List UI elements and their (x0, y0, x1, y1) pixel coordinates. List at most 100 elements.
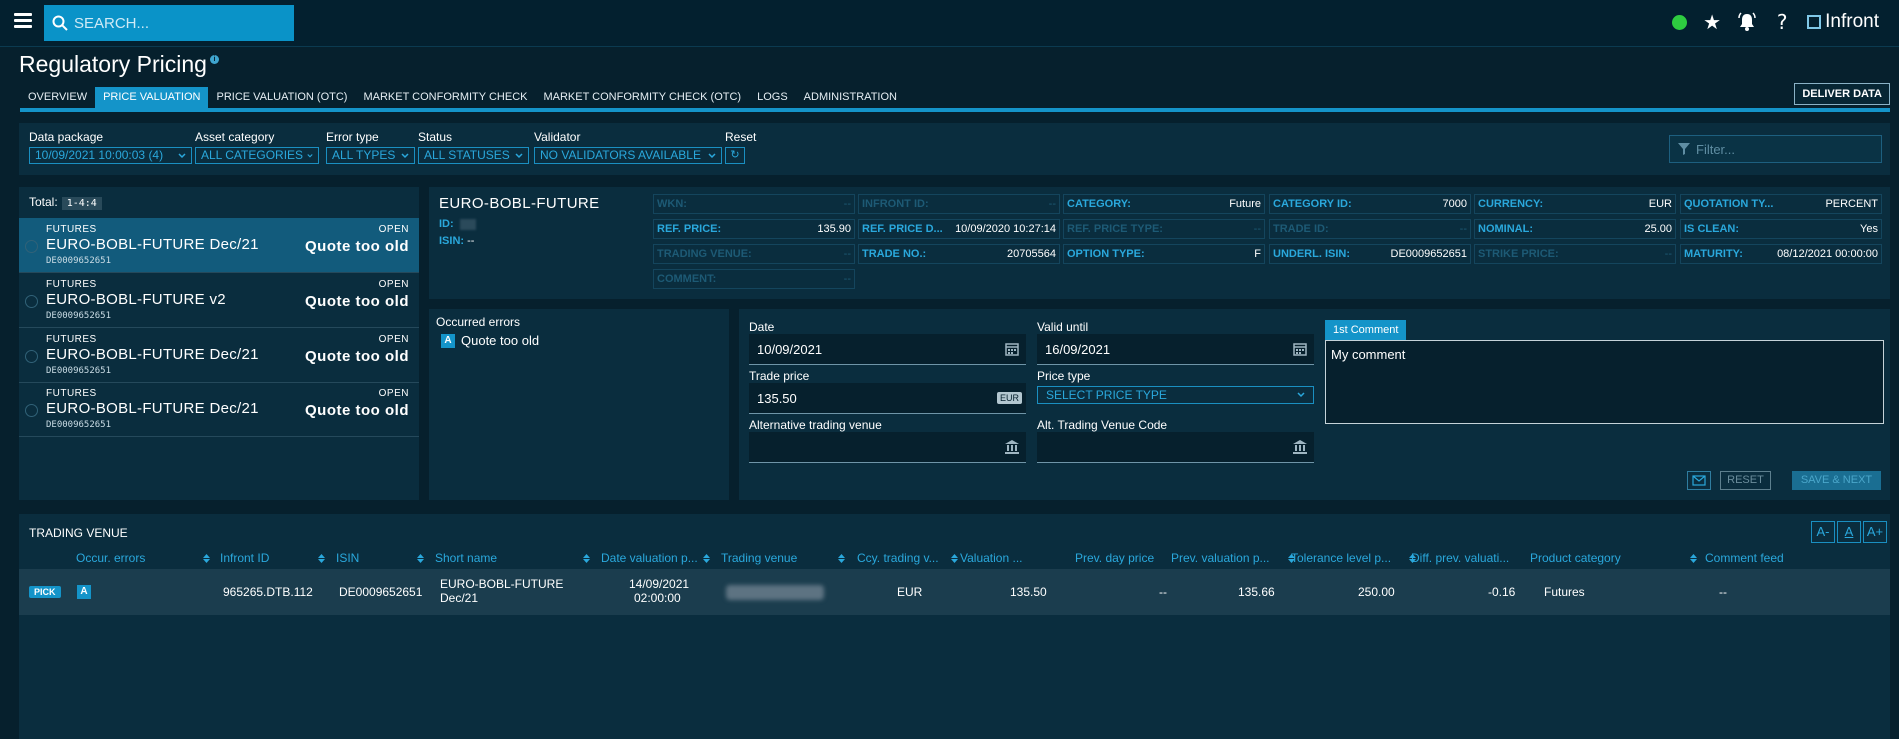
comment-textarea[interactable]: My comment (1325, 340, 1884, 424)
price-edit-panel: Date 10/09/2021 Valid until 16/09/2021 T… (739, 309, 1890, 500)
help-icon[interactable]: ? (1771, 11, 1793, 33)
item-name: EURO-BOBL-FUTURE v2 (46, 291, 226, 308)
column-header[interactable]: Date valuation p... (601, 551, 698, 565)
data-package-value: 10/09/2021 10:00:03 (4) (35, 148, 164, 162)
validator-select[interactable]: NO VALIDATORS AVAILABLE (534, 147, 722, 164)
font-decrease-button[interactable]: A- (1811, 521, 1835, 543)
instrument-list: Total: 1-4:4 FUTURES EURO-BOBL-FUTURE Dec… (19, 187, 419, 500)
radio-button[interactable] (25, 295, 38, 308)
status-select[interactable]: ALL STATUSES (418, 147, 529, 164)
column-header[interactable]: Ccy. trading v... (857, 551, 939, 565)
validator-label: Validator (534, 130, 581, 144)
trading-venue-panel: TRADING VENUE A- A A+ Occur. errors Infr… (19, 514, 1890, 739)
search-input[interactable] (74, 14, 284, 32)
reset-label: Reset (725, 130, 757, 144)
detail-is-clean: IS CLEAN: Yes (1680, 219, 1882, 239)
data-package-filter: Data package 10/09/2021 10:00:03 (4) (29, 130, 192, 164)
column-header[interactable]: Infront ID (220, 551, 269, 565)
global-search[interactable] (44, 5, 294, 41)
column-header[interactable]: Prev. day price (1075, 551, 1154, 565)
filter-box[interactable] (1669, 135, 1882, 163)
filter-input[interactable] (1696, 141, 1876, 157)
valid-until-field[interactable]: 16/09/2021 (1037, 334, 1314, 365)
sort-icon[interactable] (417, 554, 424, 563)
sort-icon[interactable] (951, 554, 958, 563)
tab-market-conformity-check-otc[interactable]: MARKET CONFORMITY CHECK (OTC) (535, 87, 749, 108)
info-icon[interactable]: i (209, 55, 219, 64)
column-header[interactable]: ISIN (336, 551, 359, 565)
item-category: FUTURES (46, 334, 97, 345)
tab-market-conformity-check[interactable]: MARKET CONFORMITY CHECK (355, 87, 535, 108)
column-header[interactable]: Prev. valuation p... (1171, 551, 1270, 565)
trade-price-field[interactable]: 135.50 EUR (749, 383, 1026, 414)
price-type-select[interactable]: SELECT PRICE TYPE (1037, 386, 1314, 404)
sort-icon[interactable] (203, 554, 210, 563)
comment-feed-cell: -- (1719, 585, 1727, 599)
error-type-select[interactable]: ALL TYPES (326, 147, 415, 164)
mail-button[interactable] (1687, 471, 1711, 490)
validator-value: NO VALIDATORS AVAILABLE (540, 148, 701, 162)
font-increase-button[interactable]: A+ (1863, 521, 1887, 543)
sort-icon[interactable] (1690, 554, 1697, 563)
tab-logs[interactable]: LOGS (749, 87, 796, 108)
bank-icon[interactable] (1292, 439, 1308, 455)
tab-price-valuation[interactable]: PRICE VALUATION (95, 87, 209, 108)
product-category-cell: Futures (1544, 585, 1585, 599)
data-package-select[interactable]: 10/09/2021 10:00:03 (4) (29, 147, 192, 164)
redacted-trading-venue (726, 585, 824, 600)
brand-logo: Infront (1807, 11, 1879, 33)
table-row[interactable]: PICK A 965265.DTB.112 DE0009652651 EURO-… (19, 569, 1890, 615)
alt-venue-code-field[interactable] (1037, 432, 1314, 463)
column-header[interactable]: Product category (1530, 551, 1621, 565)
tab-administration[interactable]: ADMINISTRATION (796, 87, 905, 108)
deliver-data-button[interactable]: DELIVER DATA (1794, 83, 1890, 105)
occurred-errors-panel: Occurred errors A Quote too old (429, 309, 729, 500)
bank-icon[interactable] (1004, 439, 1020, 455)
date-value: 10/09/2021 (757, 341, 823, 357)
list-item[interactable]: FUTURES EURO-BOBL-FUTURE Dec/21 DE000965… (19, 382, 419, 437)
column-header[interactable]: Comment feed (1705, 551, 1784, 565)
column-header[interactable]: Valuation ... (960, 551, 1022, 565)
save-next-button[interactable]: SAVE & NEXT (1792, 471, 1881, 490)
radio-button[interactable] (25, 350, 38, 363)
tab-overview[interactable]: OVERVIEW (20, 87, 95, 108)
item-message: Quote too old (305, 238, 409, 255)
errors-title: Occurred errors (436, 315, 521, 329)
star-icon[interactable]: ★ (1701, 11, 1723, 33)
reset-button[interactable]: RESET (1720, 471, 1771, 490)
calendar-icon[interactable] (1004, 341, 1020, 357)
detail-wkn: WKN: -- (653, 194, 855, 214)
detail-nominal: NOMINAL: 25.00 (1474, 219, 1676, 239)
font-reset-button[interactable]: A (1837, 521, 1861, 543)
bell-icon[interactable] (1737, 12, 1757, 32)
sort-icon[interactable] (318, 554, 325, 563)
tab-price-valuation-otc[interactable]: PRICE VALUATION (OTC) (208, 87, 355, 108)
font-size-controls: A- A A+ (1811, 521, 1887, 543)
id-label: ID: (439, 218, 454, 230)
sort-icon[interactable] (583, 554, 590, 563)
sort-icon[interactable] (703, 554, 710, 563)
reset-filters-button[interactable]: ↻ (725, 147, 745, 164)
tab-first-comment[interactable]: 1st Comment (1325, 320, 1407, 340)
column-header[interactable]: Diff. prev. valuati... (1411, 551, 1509, 565)
radio-button[interactable] (25, 404, 38, 417)
column-header[interactable]: Occur. errors (76, 551, 145, 565)
detail-trade-no: TRADE NO.: 20705564 (858, 244, 1060, 264)
hamburger-menu-icon[interactable] (14, 13, 32, 29)
radio-button[interactable] (25, 240, 38, 253)
pick-button[interactable]: PICK (29, 586, 61, 598)
calendar-icon[interactable] (1292, 341, 1308, 357)
list-item[interactable]: FUTURES EURO-BOBL-FUTURE Dec/21 DE000965… (19, 328, 419, 383)
total-label: Total: (29, 195, 58, 209)
list-item[interactable]: FUTURES EURO-BOBL-FUTURE v2 DE0009652651… (19, 273, 419, 328)
column-header[interactable]: Trading venue (721, 551, 797, 565)
sort-icon[interactable] (838, 554, 845, 563)
asset-category-select[interactable]: ALL CATEGORIES (195, 147, 319, 164)
alt-venue-field[interactable] (749, 432, 1026, 463)
column-header[interactable]: Tolerance level p... (1291, 551, 1391, 565)
validator-filter: Validator NO VALIDATORS AVAILABLE (534, 130, 722, 164)
list-item[interactable]: FUTURES EURO-BOBL-FUTURE Dec/21 DE000965… (19, 218, 419, 273)
column-header[interactable]: Short name (435, 551, 497, 565)
detail-strike-price: STRIKE PRICE: -- (1474, 244, 1676, 264)
date-field[interactable]: 10/09/2021 (749, 334, 1026, 365)
